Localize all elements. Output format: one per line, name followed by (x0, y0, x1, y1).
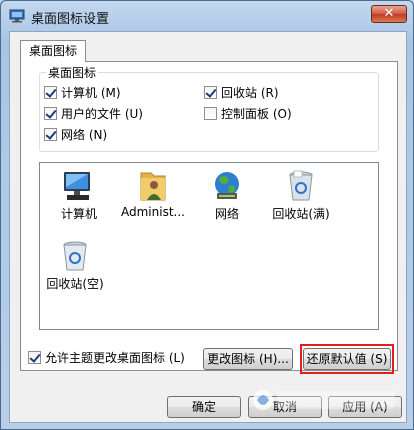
desktop-icon-list[interactable]: 计算机 Administ... 网络 回收站(满) 回收站(空) (39, 162, 379, 330)
desktop-settings-icon (9, 9, 25, 23)
checkbox-computer-label: 计算机 (M) (61, 86, 121, 100)
title-bar[interactable]: 桌面图标设置 ✕ (1, 1, 413, 31)
change-icon-button[interactable]: 更改图标 (H)... (203, 348, 293, 370)
ok-button[interactable]: 确定 (167, 396, 241, 418)
window-title: 桌面图标设置 (31, 12, 110, 27)
checkbox-network-label: 网络 (N) (61, 128, 108, 142)
list-item-network[interactable]: 网络 (192, 169, 262, 222)
checkbox-control-panel[interactable]: 控制面板 (O) (204, 105, 292, 122)
checkbox-allow-themes[interactable]: 允许主题更改桌面图标 (L) (28, 349, 185, 366)
highlight-frame (300, 344, 394, 374)
checkbox-recycle-bin-label: 回收站 (R) (221, 86, 279, 100)
list-item-label: 网络 (214, 207, 239, 221)
checkbox-control-panel-box[interactable] (204, 107, 217, 120)
list-item-administrator[interactable]: Administ... (118, 169, 188, 219)
checkbox-user-files[interactable]: 用户的文件 (U) (44, 105, 143, 122)
network-globe-icon (215, 172, 239, 199)
dialog-window: 桌面图标设置 ✕ 桌面图标 桌面图标 计算机 (M) 回收站 (R) 用户的文件… (0, 0, 414, 430)
user-folder-icon (140, 172, 166, 201)
checkbox-recycle-bin-box[interactable] (204, 86, 217, 99)
list-item-label: 计算机 (60, 207, 97, 221)
close-icon: ✕ (383, 6, 395, 21)
checkbox-allow-themes-box[interactable] (28, 351, 41, 364)
watermark-logo (253, 390, 395, 410)
checkbox-computer[interactable]: 计算机 (M) (44, 84, 121, 101)
checkbox-allow-themes-label: 允许主题更改桌面图标 (L) (45, 351, 185, 365)
recycle-bin-full-icon (289, 170, 313, 201)
checkbox-control-panel-label: 控制面板 (O) (221, 107, 292, 121)
checkbox-user-files-label: 用户的文件 (U) (61, 107, 143, 121)
tab-panel: 桌面图标 计算机 (M) 回收站 (R) 用户的文件 (U) 控制面板 (O) (20, 61, 398, 374)
list-item-recycle-bin-full[interactable]: 回收站(满) (266, 169, 336, 222)
checkbox-network[interactable]: 网络 (N) (44, 126, 107, 143)
list-item-label: 回收站(满) (272, 207, 330, 221)
dialog-client-area: 桌面图标 桌面图标 计算机 (M) 回收站 (R) 用户的文件 (U) 控制面板… (9, 31, 407, 423)
computer-icon (64, 172, 90, 200)
list-item-recycle-bin-empty[interactable]: 回收站(空) (40, 239, 110, 292)
desktop-icons-groupbox: 桌面图标 计算机 (M) 回收站 (R) 用户的文件 (U) 控制面板 (O) (39, 64, 379, 152)
list-item-label: 回收站(空) (46, 277, 104, 291)
tab-desktop-icons[interactable]: 桌面图标 (20, 40, 86, 62)
list-item-label: Administ... (121, 205, 185, 219)
checkbox-network-box[interactable] (44, 128, 57, 141)
close-button[interactable]: ✕ (371, 5, 407, 23)
groupbox-label: 桌面图标 (46, 64, 99, 81)
checkbox-computer-box[interactable] (44, 86, 57, 99)
checkbox-user-files-box[interactable] (44, 107, 57, 120)
checkbox-recycle-bin[interactable]: 回收站 (R) (204, 84, 279, 101)
list-item-computer[interactable]: 计算机 (44, 169, 114, 222)
recycle-bin-empty-icon (63, 241, 87, 271)
